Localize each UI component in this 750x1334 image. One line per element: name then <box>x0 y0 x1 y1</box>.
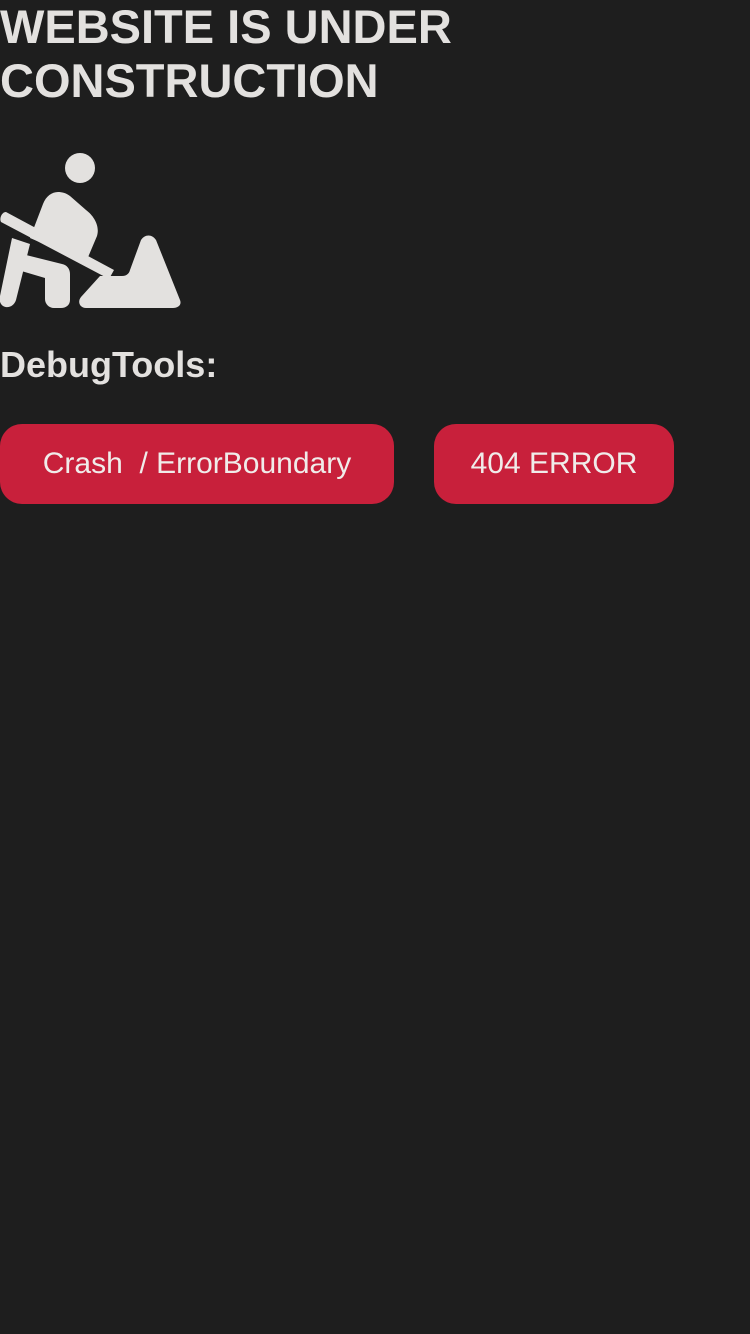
page-title: WEBSITE IS UNDER CONSTRUCTION <box>0 0 452 107</box>
person-digging-icon <box>0 152 181 308</box>
crash-error-boundary-button[interactable]: Crash / ErrorBoundary <box>0 424 394 504</box>
debug-tools-heading: DebugTools: <box>0 344 218 385</box>
404-error-button[interactable]: 404 ERROR <box>434 424 674 504</box>
under-construction-page: WEBSITE IS UNDER CONSTRUCTION DebugTools… <box>0 0 750 1334</box>
